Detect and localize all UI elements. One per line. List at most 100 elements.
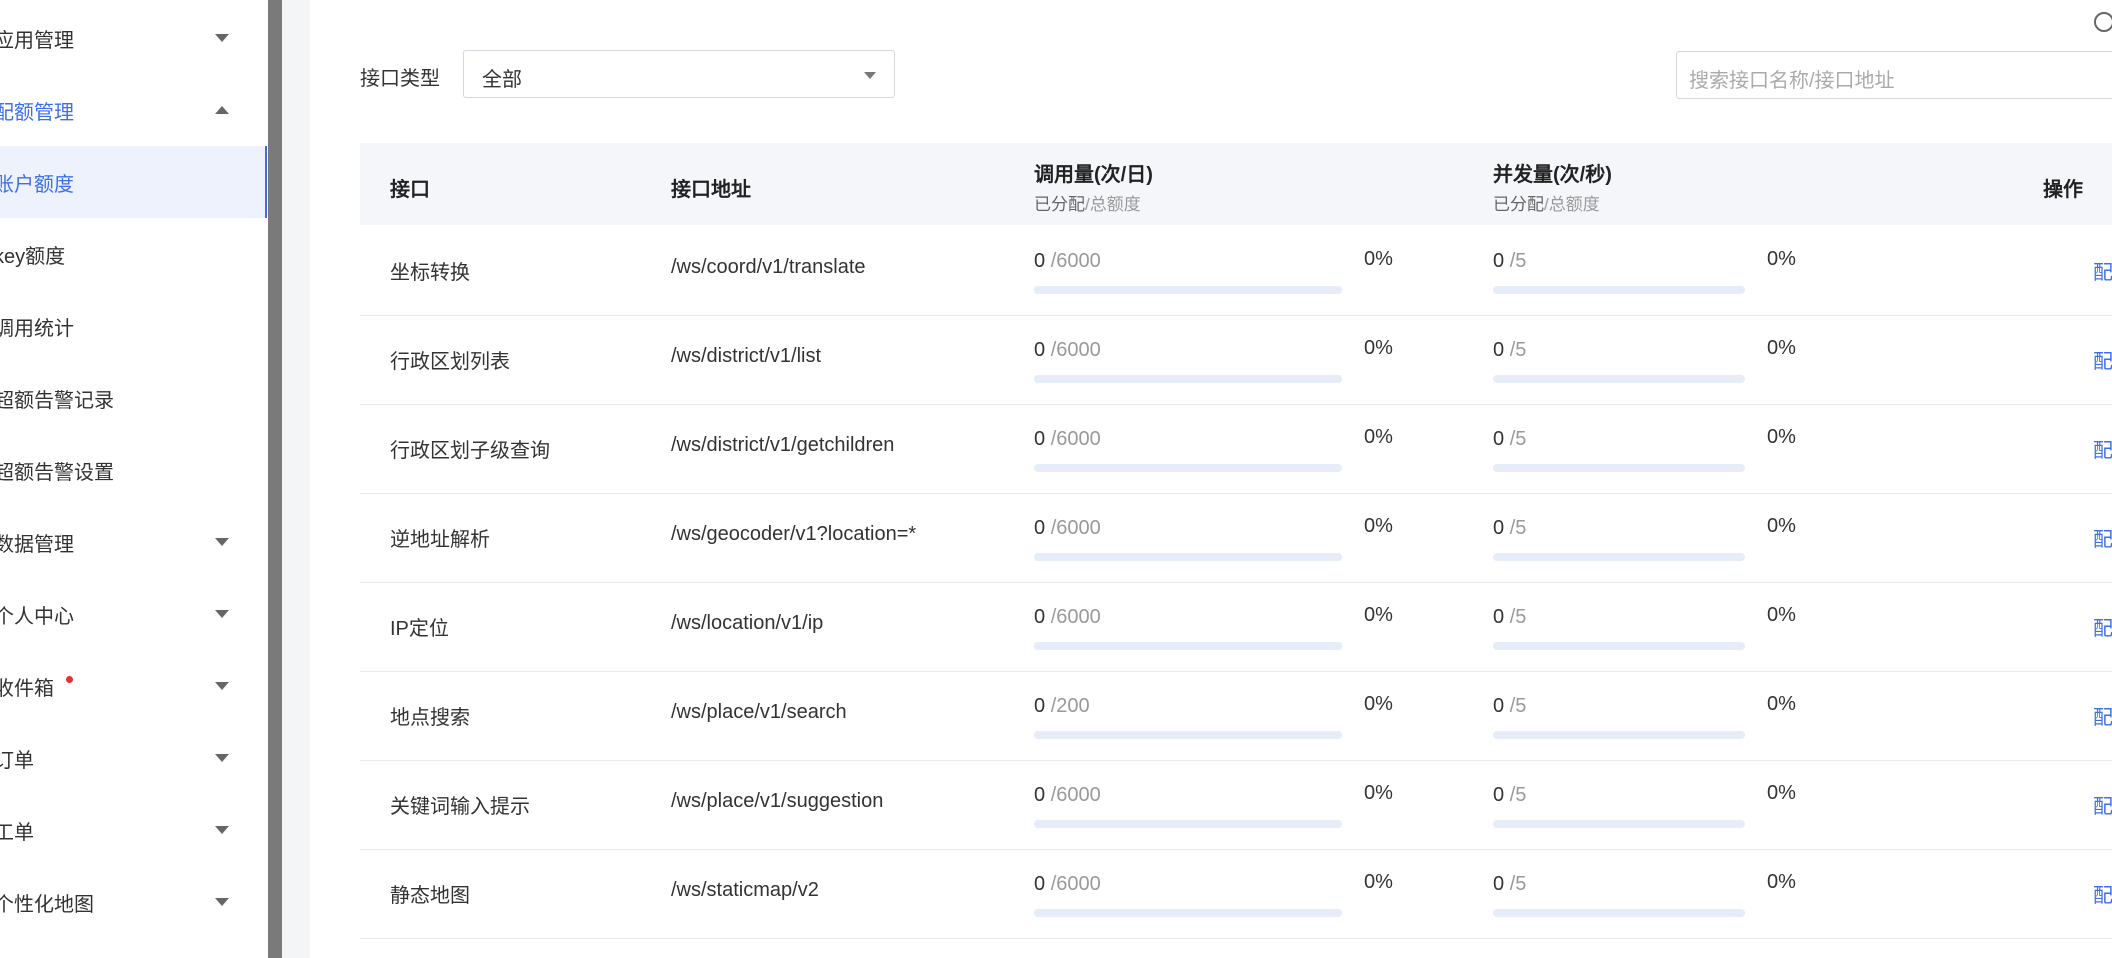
quota-allocate-link[interactable]: 配额分配	[2093, 879, 2112, 908]
calls-progress-bar	[1034, 553, 1342, 561]
concurrency-percent: 0%	[1767, 515, 1796, 537]
calls-percent: 0%	[1364, 871, 1393, 893]
header-calls: 调用量(次/日)	[1034, 164, 1153, 186]
sidebar-item-label: 超额告警记录	[0, 389, 114, 412]
sidebar-item-label: 数据管理	[0, 533, 74, 556]
chevron-down-icon	[215, 754, 229, 762]
sidebar-item-9[interactable]: 收件箱	[0, 650, 265, 722]
search-placeholder: 搜索接口名称/接口地址	[1689, 70, 1895, 92]
sidebar-item-3[interactable]: key额度	[0, 218, 265, 290]
concurrency-progress-bar	[1493, 553, 1745, 561]
api-path: /ws/district/v1/list	[671, 345, 822, 367]
calls-progress-bar	[1034, 375, 1342, 383]
chevron-down-icon	[864, 72, 876, 79]
sidebar-item-label: 收件箱	[0, 677, 54, 700]
sidebar-item-6[interactable]: 超额告警设置	[0, 434, 265, 506]
sidebar-item-8[interactable]: 个人中心	[0, 578, 265, 650]
sidebar-scrollbar[interactable]	[268, 0, 282, 958]
header-concurrency-sub: 已分配/总额度	[1493, 195, 1600, 214]
calls-percent: 0%	[1364, 515, 1393, 537]
table-row: 逆地址解析 /ws/geocoder/v1?location=* 0 /6000…	[360, 493, 2112, 583]
calls-used: 0 /6000	[1034, 873, 1101, 895]
sidebar-item-10[interactable]: 订单	[0, 722, 265, 794]
api-name: 行政区划列表	[390, 351, 510, 373]
sidebar-item-label: 超额告警设置	[0, 461, 114, 484]
quota-allocate-link[interactable]: 配额分配	[2093, 523, 2112, 552]
calls-percent: 0%	[1364, 693, 1393, 715]
api-name: 坐标转换	[390, 262, 470, 284]
concurrency-used: 0 /5	[1493, 250, 1527, 272]
sidebar-item-label: 工单	[0, 821, 34, 844]
calls-used: 0 /6000	[1034, 428, 1101, 450]
interface-type-select[interactable]: 全部	[463, 50, 895, 98]
api-name: 关键词输入提示	[390, 796, 530, 818]
sidebar-item-0[interactable]: 应用管理	[0, 2, 265, 74]
sidebar-item-11[interactable]: 工单	[0, 794, 265, 866]
concurrency-percent: 0%	[1767, 604, 1796, 626]
header-path: 接口地址	[671, 179, 751, 201]
main-content: 接口类型 全部 搜索接口名称/接口地址 接口 接口地址 调用量(次/日) 已分配…	[310, 0, 2112, 958]
quota-allocate-link[interactable]: 配额分配	[2093, 612, 2112, 641]
concurrency-progress-bar	[1493, 286, 1745, 294]
calls-percent: 0%	[1364, 337, 1393, 359]
sidebar-item-2[interactable]: 账户额度	[0, 146, 267, 218]
calls-used: 0 /200	[1034, 695, 1090, 717]
quota-allocate-link[interactable]: 配额分配	[2093, 701, 2112, 730]
calls-used: 0 /6000	[1034, 784, 1101, 806]
api-path: /ws/place/v1/suggestion	[671, 790, 884, 812]
table-row: 静态地图 /ws/staticmap/v2 0 /6000 0% 0 /5 0%…	[360, 849, 2112, 939]
table-header: 接口 接口地址 调用量(次/日) 已分配/总额度 并发量(次/秒) 已分配/总额…	[360, 143, 2112, 225]
concurrency-used: 0 /5	[1493, 606, 1527, 628]
sidebar-item-12[interactable]: 个性化地图	[0, 866, 265, 938]
sidebar-item-7[interactable]: 数据管理	[0, 506, 265, 578]
sidebar-item-label: 订单	[0, 749, 34, 772]
calls-percent: 0%	[1364, 426, 1393, 448]
calls-used: 0 /6000	[1034, 250, 1101, 272]
calls-used: 0 /6000	[1034, 606, 1101, 628]
sidebar-item-label: 应用管理	[0, 29, 74, 52]
api-name: 逆地址解析	[390, 529, 490, 551]
interface-type-value: 全部	[482, 69, 522, 91]
concurrency-progress-bar	[1493, 909, 1745, 917]
sidebar-item-4[interactable]: 调用统计	[0, 290, 265, 362]
concurrency-progress-bar	[1493, 820, 1745, 828]
table-row: IP定位 /ws/location/v1/ip 0 /6000 0% 0 /5 …	[360, 582, 2112, 672]
table-row: 行政区划子级查询 /ws/district/v1/getchildren 0 /…	[360, 404, 2112, 494]
sidebar-item-5[interactable]: 超额告警记录	[0, 362, 265, 434]
calls-progress-bar	[1034, 820, 1342, 828]
calls-progress-bar	[1034, 731, 1342, 739]
sidebar-item-label: key额度	[0, 245, 66, 268]
concurrency-used: 0 /5	[1493, 517, 1527, 539]
concurrency-progress-bar	[1493, 642, 1745, 650]
sidebar-item-label: 配额管理	[0, 101, 74, 124]
sidebar-item-label: 调用统计	[0, 317, 74, 340]
sidebar-item-1[interactable]: 配额管理	[0, 74, 265, 146]
api-path: /ws/place/v1/search	[671, 701, 847, 723]
quota-allocate-link[interactable]: 配额分配	[2093, 345, 2112, 374]
concurrency-used: 0 /5	[1493, 784, 1527, 806]
quota-allocate-link[interactable]: 配额分配	[2093, 256, 2112, 285]
quota-allocate-link[interactable]: 配额分配	[2093, 434, 2112, 463]
search-input[interactable]: 搜索接口名称/接口地址	[1676, 51, 2112, 99]
chevron-down-icon	[215, 538, 229, 546]
sidebar: 应用管理配额管理账户额度 key额度调用统计超额告警记录 超额告警设置 数据管理个人中…	[0, 0, 268, 958]
search-icon[interactable]	[2094, 12, 2112, 32]
concurrency-used: 0 /5	[1493, 695, 1527, 717]
api-path: /ws/location/v1/ip	[671, 612, 824, 634]
header-concurrency: 并发量(次/秒)	[1493, 164, 1612, 186]
table-row: 行政区划列表 /ws/district/v1/list 0 /6000 0% 0…	[360, 315, 2112, 405]
api-path: /ws/coord/v1/translate	[671, 256, 866, 278]
header-name: 接口	[390, 179, 430, 201]
chevron-up-icon	[215, 106, 229, 114]
concurrency-percent: 0%	[1767, 693, 1796, 715]
sidebar-item-label: 账户额度	[0, 173, 74, 196]
concurrency-percent: 0%	[1767, 871, 1796, 893]
concurrency-percent: 0%	[1767, 248, 1796, 270]
concurrency-percent: 0%	[1767, 782, 1796, 804]
calls-used: 0 /6000	[1034, 517, 1101, 539]
sidebar-item-label: 个性化地图	[0, 893, 94, 916]
api-path: /ws/staticmap/v2	[671, 879, 819, 901]
chevron-down-icon	[215, 610, 229, 618]
quota-allocate-link[interactable]: 配额分配	[2093, 790, 2112, 819]
calls-progress-bar	[1034, 642, 1342, 650]
